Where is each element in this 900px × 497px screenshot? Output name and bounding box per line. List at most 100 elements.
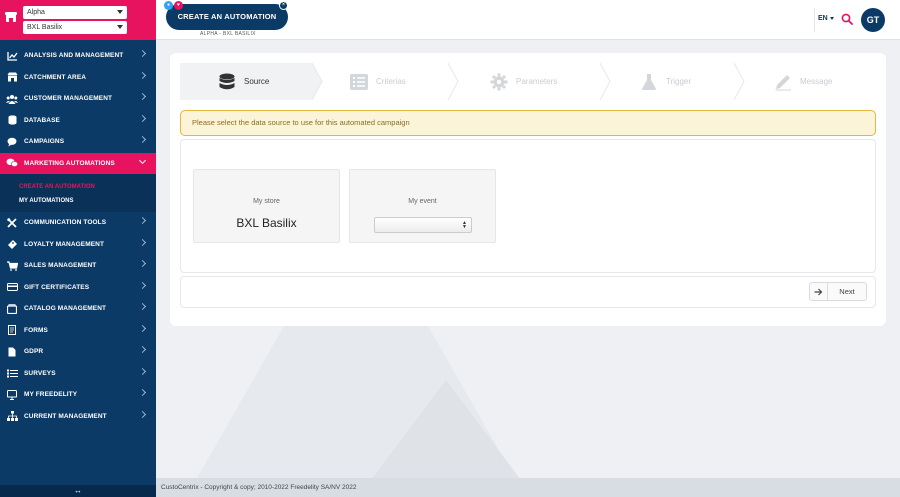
wizard-steps: Source Criterias Parameters Trigger Mess… — [180, 63, 870, 100]
store-selector-area: Alpha BXL Basilix — [0, 0, 156, 40]
list-icon — [350, 73, 368, 91]
caret-down-icon — [829, 16, 834, 20]
create-button-badges: ● ♥ — [164, 1, 183, 10]
ticket-icon — [6, 238, 18, 250]
sidebar-item-label: ANALYSIS AND MANAGEMENT — [24, 52, 124, 60]
store-select[interactable]: BXL Basilix — [23, 21, 127, 34]
sidebar-item-customers[interactable]: CUSTOMER MANAGEMENT — [0, 88, 156, 110]
cart-icon — [6, 260, 18, 272]
close-icon[interactable]: × — [279, 1, 288, 10]
my-store-box[interactable]: My store BXL Basilix — [193, 169, 340, 243]
sidebar-item-label: DATABASE — [24, 116, 60, 124]
automation-wizard-card: Source Criterias Parameters Trigger Mess… — [170, 53, 886, 326]
sidebar-item-catchment[interactable]: CATCHMENT AREA — [0, 67, 156, 89]
marketing-automations-submenu: CREATE AN AUTOMATION MY AUTOMATIONS — [0, 174, 156, 212]
chevron-right-icon — [138, 345, 147, 354]
chevron-right-icon — [138, 71, 147, 79]
chevron-down-icon — [138, 156, 147, 164]
sidebar-item-label: LOYALTY MANAGEMENT — [24, 240, 105, 248]
sidebar-menu: ANALYSIS AND MANAGEMENT CATCHMENT AREA C… — [0, 45, 156, 427]
wizard-footer: Next — [180, 276, 876, 308]
sidebar-item-my-freedelity[interactable]: MY FREEDELITY — [0, 384, 156, 406]
sidebar-item-sales[interactable]: SALES MANAGEMENT — [0, 255, 156, 277]
sidebar-item-label: GDPR — [24, 348, 44, 356]
sidebar-item-surveys[interactable]: SURVEYS — [0, 363, 156, 385]
header-divider — [814, 8, 815, 32]
step-trigger[interactable]: Trigger — [640, 63, 740, 100]
store-select-value: BXL Basilix — [27, 24, 63, 31]
sidebar-item-label: GIFT CERTIFICATES — [24, 283, 90, 291]
sidebar-item-label: SALES MANAGEMENT — [24, 262, 97, 270]
sidebar-item-current-management[interactable]: CURRENT MANAGEMENT — [0, 406, 156, 428]
copyright-footer: CustoCentrix - Copyright & copy; 2010-20… — [156, 478, 900, 497]
sidebar-item-label: SURVEYS — [24, 369, 56, 377]
survey-icon — [6, 367, 18, 379]
step-criterias[interactable]: Criterias — [350, 63, 450, 100]
sidebar-item-label: CURRENT MANAGEMENT — [24, 412, 107, 420]
step-separator — [312, 63, 323, 100]
step-source[interactable]: Source — [180, 63, 312, 100]
brand-select[interactable]: Alpha — [23, 6, 127, 19]
top-header: CREATE AN AUTOMATION ● ♥ × ALPHA - BXL B… — [156, 0, 900, 40]
step-label: Message — [800, 77, 833, 86]
source-selection-panel: My store BXL Basilix My event ▲ ▼ — [180, 139, 876, 273]
sidebar-item-label: CATCHMENT AREA — [24, 73, 87, 81]
sidebar-item-campaigns[interactable]: CAMPAIGNS — [0, 131, 156, 153]
step-message[interactable]: Message — [774, 63, 870, 100]
sidebar-item-marketing-automations[interactable]: MARKETING AUTOMATIONS — [0, 152, 156, 174]
sidebar-item-loyalty[interactable]: LOYALTY MANAGEMENT — [0, 234, 156, 256]
sidebar-item-catalog[interactable]: CATALOG MANAGEMENT — [0, 298, 156, 320]
chevron-right-icon — [138, 367, 147, 375]
my-store-value: BXL Basilix — [236, 216, 297, 230]
gear-icon — [490, 73, 508, 91]
submenu-item-create-automation[interactable]: CREATE AN AUTOMATION — [0, 180, 156, 194]
language-value: EN — [818, 15, 828, 22]
my-event-box: My event ▲ ▼ — [349, 169, 496, 243]
submenu-item-my-automations[interactable]: MY AUTOMATIONS — [0, 194, 156, 208]
my-event-label: My event — [408, 198, 437, 205]
avatar[interactable]: GT — [861, 8, 885, 32]
heart-icon: ♥ — [174, 1, 183, 10]
search-icon[interactable] — [841, 13, 853, 25]
form-icon — [6, 324, 18, 336]
background-shape — [356, 380, 536, 478]
catalog-icon — [6, 303, 18, 315]
sidebar-item-label: CAMPAIGNS — [24, 138, 65, 146]
select-arrows-icon: ▲ ▼ — [462, 220, 467, 230]
chevron-right-icon — [138, 92, 147, 101]
chevron-right-icon — [138, 324, 147, 332]
sidebar-item-label: MARKETING AUTOMATIONS — [24, 159, 115, 167]
sitemap-icon — [6, 410, 18, 422]
step-separator — [600, 63, 611, 100]
create-automation-button[interactable]: CREATE AN AUTOMATION — [166, 4, 288, 30]
chevron-right-icon — [138, 49, 147, 58]
sidebar-item-label: CATALOG MANAGEMENT — [24, 305, 107, 313]
chat-bubble-icon — [6, 136, 18, 148]
chevron-right-icon — [138, 281, 147, 289]
sidebar-item-communication-tools[interactable]: COMMUNICATION TOOLS — [0, 212, 156, 234]
chevron-right-icon — [138, 216, 147, 225]
chart-line-icon — [6, 50, 18, 62]
flask-icon — [640, 73, 658, 91]
step-label: Parameters — [516, 77, 558, 86]
sidebar-item-forms[interactable]: FORMS — [0, 320, 156, 342]
chevron-right-icon — [138, 302, 147, 311]
sidebar-item-gift-certificates[interactable]: GIFT CERTIFICATES — [0, 277, 156, 299]
gift-card-icon — [6, 281, 18, 293]
step-label: Criterias — [376, 77, 406, 86]
sidebar-item-label: MY FREEDELITY — [24, 391, 78, 399]
sidebar-collapse-toggle[interactable]: ↔ — [0, 485, 156, 497]
sidebar-item-label: COMMUNICATION TOOLS — [24, 219, 107, 227]
sidebar-item-database[interactable]: DATABASE — [0, 110, 156, 132]
store-icon — [5, 12, 17, 22]
next-button[interactable]: Next — [809, 282, 867, 301]
chevron-right-icon — [138, 259, 147, 268]
sidebar-item-analysis[interactable]: ANALYSIS AND MANAGEMENT — [0, 45, 156, 67]
sidebar: Alpha BXL Basilix ANALYSIS AND MANAGEMEN… — [0, 0, 156, 497]
language-selector[interactable]: EN — [818, 15, 834, 22]
sidebar-item-gdpr[interactable]: GDPR — [0, 341, 156, 363]
main-content: Source Criterias Parameters Trigger Mess… — [156, 40, 900, 478]
chevron-down-icon — [117, 25, 123, 29]
step-separator — [448, 63, 459, 100]
event-select[interactable]: ▲ ▼ — [374, 217, 472, 233]
